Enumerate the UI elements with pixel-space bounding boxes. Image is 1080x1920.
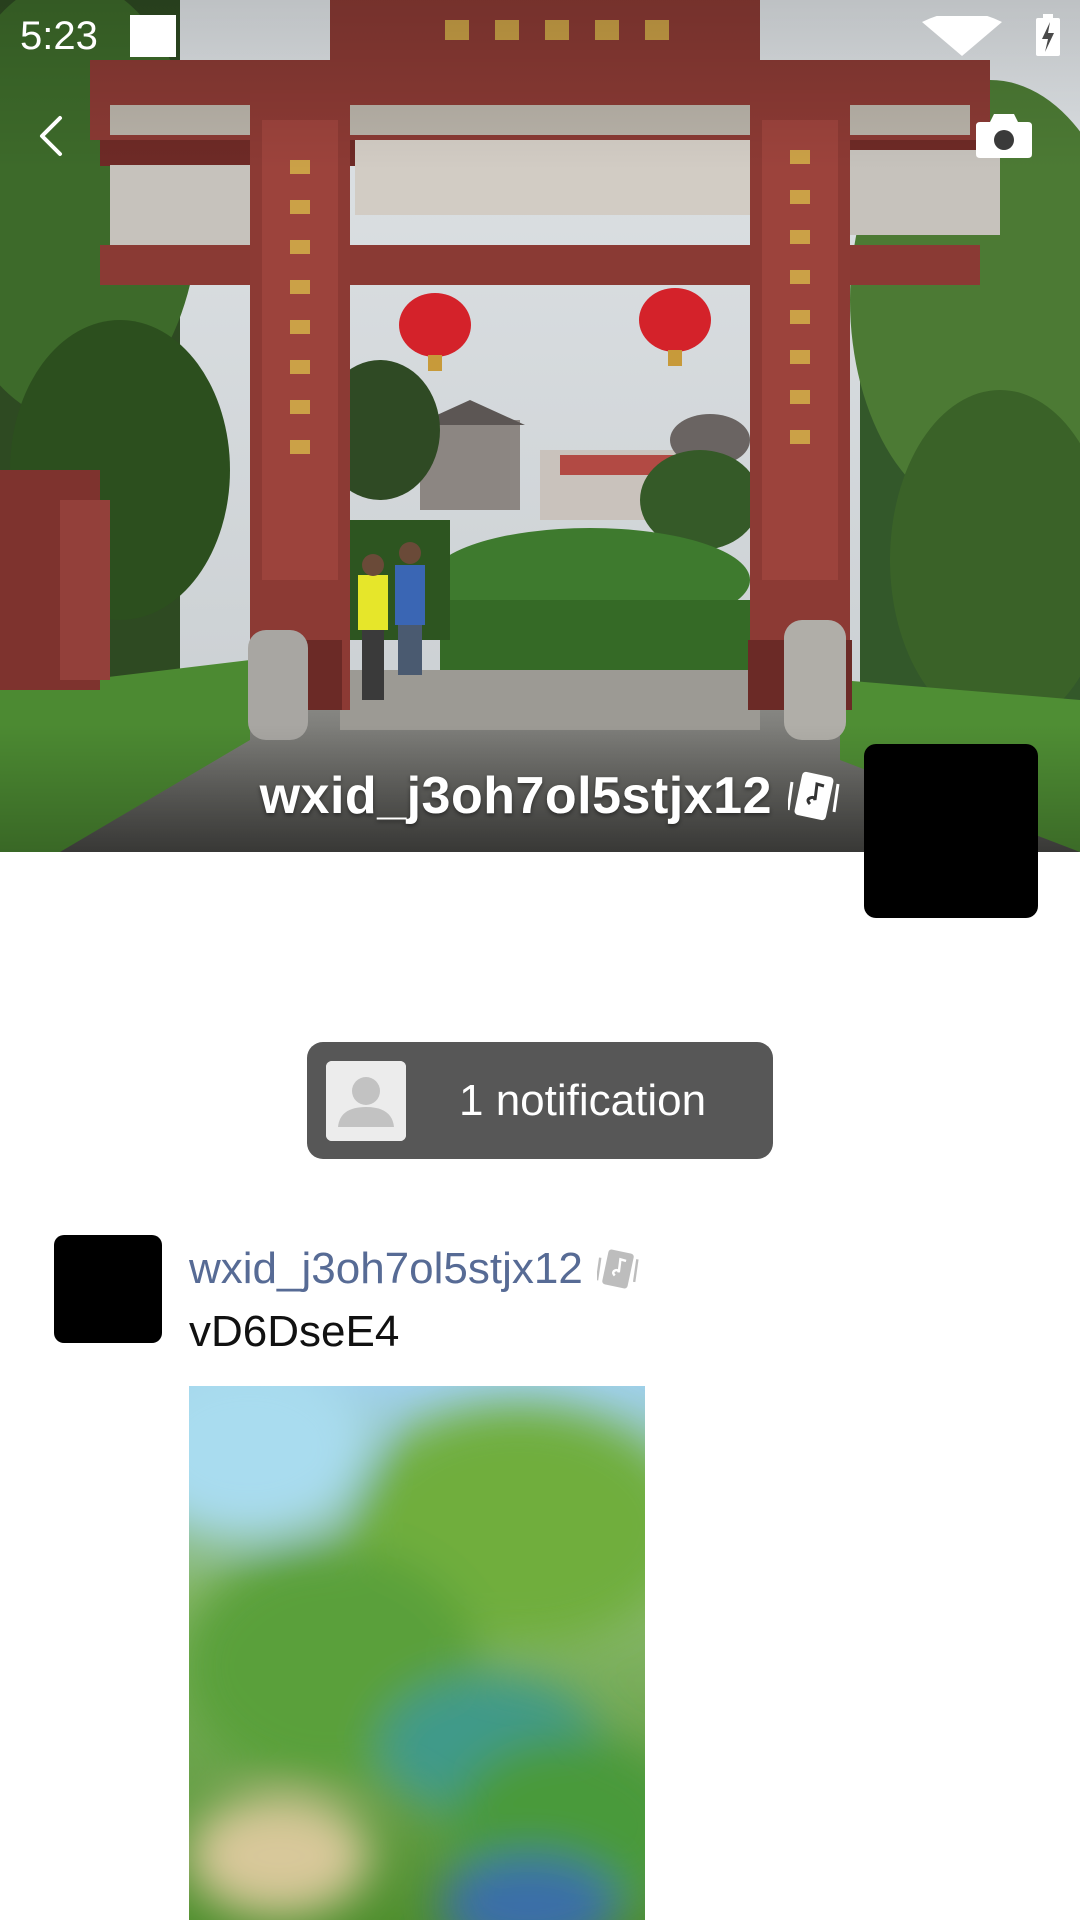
default-person-icon	[326, 1060, 406, 1141]
notification-label: 1 notification	[459, 1075, 707, 1125]
cover-photo[interactable]	[0, 0, 1080, 852]
wifi-icon	[922, 12, 1026, 61]
post-author-row: wxid_j3oh7ol5stjx12	[189, 1238, 639, 1300]
cover-username[interactable]: wxid_j3oh7ol5stjx12	[260, 766, 772, 826]
post-author-avatar[interactable]	[54, 1235, 162, 1343]
status-bar: 5:23	[0, 0, 1080, 72]
post-image[interactable]	[189, 1386, 645, 1920]
camera-button[interactable]	[974, 110, 1034, 162]
battery-charging-icon	[1036, 14, 1060, 61]
music-card-icon[interactable]	[786, 770, 840, 827]
post-author-name[interactable]: wxid_j3oh7ol5stjx12	[189, 1244, 583, 1294]
chevron-left-icon	[28, 116, 80, 172]
post-text: vD6DseE4	[189, 1307, 400, 1356]
profile-avatar[interactable]	[864, 744, 1038, 918]
camera-icon	[974, 114, 1034, 166]
status-time: 5:23	[20, 14, 98, 58]
music-card-icon[interactable]	[595, 1248, 639, 1295]
moments-screen: 5:23 wxid_j3oh7ol5stjx12 1 notification …	[0, 0, 1080, 1920]
back-button[interactable]	[28, 104, 80, 168]
cover-name-row: wxid_j3oh7ol5stjx12	[0, 760, 840, 832]
notification-pill[interactable]: 1 notification	[307, 1042, 773, 1159]
notification-square-icon	[130, 15, 176, 57]
